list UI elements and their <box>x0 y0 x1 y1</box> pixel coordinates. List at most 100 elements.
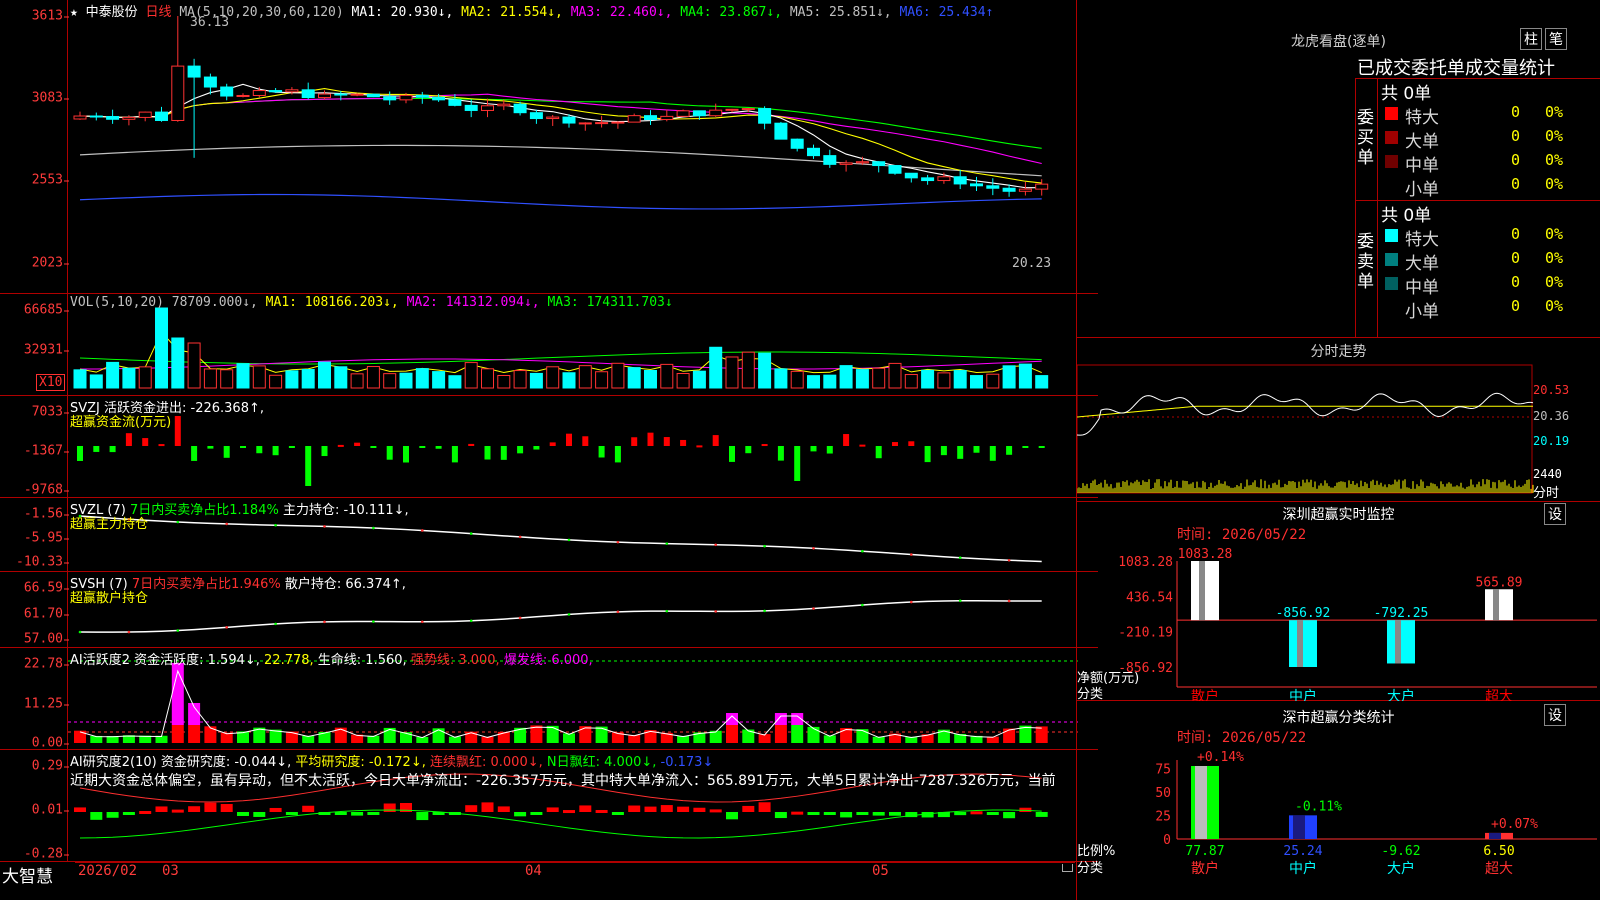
line-marker <box>323 620 326 624</box>
ai-research-header: AI研究度2(10) 资金研究度: -0.044↓, 平均研究度: -0.172… <box>70 751 713 770</box>
svsh-ratio: 7日内买卖净占比1.946% <box>131 577 281 592</box>
volume-bar <box>138 366 152 389</box>
research-bar <box>774 812 787 819</box>
monitor-chart[interactable]: 1083.28436.54-210.19-856.921083.28散户-856… <box>1077 503 1600 701</box>
tick-view-button[interactable]: 笔 <box>1545 28 1567 50</box>
research-bar <box>237 812 249 816</box>
dragon-tabs[interactable]: 已成交委托单成交量统计 <box>1357 54 1567 80</box>
ai-research-panel[interactable]: 0.29 0.01 -0.28 AI研究度2(10) 资金研究度: -0.044… <box>0 750 1098 862</box>
monitor-panel[interactable]: 深圳超赢实时监控 设 时间: 2026/05/22 1083.28 436.54-… <box>1077 503 1600 702</box>
candle-body <box>236 94 250 97</box>
candle-body <box>986 185 1000 189</box>
stock-name[interactable]: 中泰股份 <box>86 5 138 20</box>
svzj-yaxis: 7033 -1367 -9768 <box>0 396 70 498</box>
vol-ma2: MA2: 141312.094↓, <box>406 295 540 310</box>
kline-ytick: 2023 <box>31 255 70 271</box>
svzl-panel[interactable]: -1.56 -5.95 -10.33 SVZL (7) 7日内买卖净占比1.18… <box>0 498 1098 572</box>
svzj-panel[interactable]: 7033 -1367 -9768 SVZJ 活跃资金进出: -226.368↑,… <box>0 396 1098 498</box>
fund-flow-bar <box>1006 446 1013 455</box>
vol-value: 78709.000↓, <box>171 295 258 310</box>
vol-ma1: MA1: 108166.203↓, <box>265 295 399 310</box>
candle-body <box>73 115 87 120</box>
line-marker <box>372 526 375 530</box>
volume-bar <box>432 371 446 389</box>
activity-bar <box>579 726 592 743</box>
research-bar <box>334 812 347 815</box>
volume-bar <box>366 366 380 389</box>
research-bar <box>791 811 804 815</box>
research-bar <box>1035 812 1048 817</box>
category-chart[interactable]: 75 50 25 0 +0.14% 77.87散户 -0.11% 25.24中户 -9.62大户… <box>1077 702 1600 900</box>
volume-bar <box>578 365 592 389</box>
volume-bar <box>318 361 331 389</box>
buy-label: 大单 <box>1405 132 1439 152</box>
ai-burst-line: 爆发线: 6.000, <box>503 653 593 668</box>
line-marker <box>1007 558 1011 562</box>
volume-bar <box>627 367 641 389</box>
buy-row: 特大 0 0% <box>1377 102 1600 128</box>
svsh-panel[interactable]: 66.59 61.70 57.00 SVSH (7) 7日内买卖净占比1.946… <box>0 572 1098 648</box>
activity-bar <box>432 728 445 743</box>
period-label[interactable]: 日线 <box>146 5 172 20</box>
candle-body <box>155 111 168 121</box>
volume-bar <box>692 370 706 389</box>
fund-flow-bar <box>940 446 947 456</box>
kline-panel[interactable]: 3613 3083 2553 2023 ★ 中泰股份 日线 MA(5,10,20… <box>0 0 1098 294</box>
line-marker <box>812 546 815 550</box>
ai-research-comment: 近期大资金总体偏空，虽有异动，但不太活跃，今日大单净流出：-226.357万元，… <box>70 773 1056 789</box>
kline-chart[interactable] <box>68 0 1098 294</box>
fund-flow-bar <box>484 446 491 460</box>
sell-row: 特大 0 0% <box>1377 224 1600 250</box>
fund-flow-bar <box>712 435 719 446</box>
candle-body <box>366 93 380 98</box>
candle-body <box>220 86 234 97</box>
research-bar <box>726 812 738 820</box>
intraday-chart[interactable] <box>1077 361 1600 501</box>
kline-ytick: 3613 <box>31 8 70 24</box>
star-icon[interactable]: ★ <box>70 5 78 20</box>
line-marker <box>958 599 962 603</box>
fund-flow-bar <box>663 437 670 446</box>
lock-icon[interactable] <box>1062 864 1073 872</box>
intraday-tick: 20.19 <box>1533 434 1570 448</box>
fund-flow-bar <box>305 446 312 486</box>
candle-body <box>839 162 853 165</box>
fund-flow-bar <box>729 446 735 462</box>
activity-bar <box>546 725 559 743</box>
candle-body <box>1018 188 1032 192</box>
candle-body <box>187 65 201 78</box>
ai-activity-header: AI活跃度2 资金活跃度: 1.594↓, 22.778, 生命线: 1.560… <box>70 649 593 668</box>
line-marker <box>567 538 571 542</box>
buy-count: 0 <box>1511 175 1521 193</box>
svzl-ytick: -1.56 <box>23 506 70 522</box>
volume-bar <box>725 356 739 389</box>
volume-bar <box>839 365 853 389</box>
fund-flow-bar <box>892 442 898 446</box>
candle-body <box>790 138 804 149</box>
fund-flow-bar <box>745 446 752 454</box>
intraday-frame <box>1077 364 1533 494</box>
ai-activity-panel[interactable]: 22.78 11.25 0.00 AI活跃度2 资金活跃度: 1.594↓, 2… <box>0 648 1098 751</box>
research-bar <box>106 812 119 818</box>
candle-body <box>106 115 120 120</box>
volume-ytick: 32931 <box>23 342 70 358</box>
fund-flow-bar <box>973 446 980 453</box>
volume-panel[interactable]: 66685 32931 X10 VOL(5,10,20) 78709.000↓,… <box>0 294 1098 396</box>
research-bar <box>1003 812 1016 819</box>
intraday-panel[interactable]: 分时走势 20.53 20.36 20.19 2440 分时 <box>1077 339 1600 502</box>
category-bar-label: 散户 <box>1191 860 1219 877</box>
research-bar <box>90 812 103 820</box>
line-marker <box>421 529 424 532</box>
color-swatch <box>1385 179 1398 192</box>
line-marker <box>176 520 180 524</box>
category-panel[interactable]: 深市超赢分类统计 设 时间: 2026/05/22 75 50 25 0 +0.14% 7… <box>1077 702 1600 900</box>
bar-view-button[interactable]: 柱 <box>1520 28 1542 50</box>
fund-flow-bar <box>924 446 931 463</box>
category-bar-shade <box>1489 832 1501 839</box>
dragon-panel[interactable]: 龙虎看盘(逐单) 柱 笔 已成交委托单成交量统计 委买单 委卖单 共 0单 特大… <box>1077 0 1600 338</box>
fund-flow-bar <box>403 446 409 463</box>
fund-flow-bar <box>517 446 524 454</box>
fund-flow-bar <box>826 446 833 454</box>
volume-bar <box>758 352 772 389</box>
candle-body <box>758 108 772 124</box>
